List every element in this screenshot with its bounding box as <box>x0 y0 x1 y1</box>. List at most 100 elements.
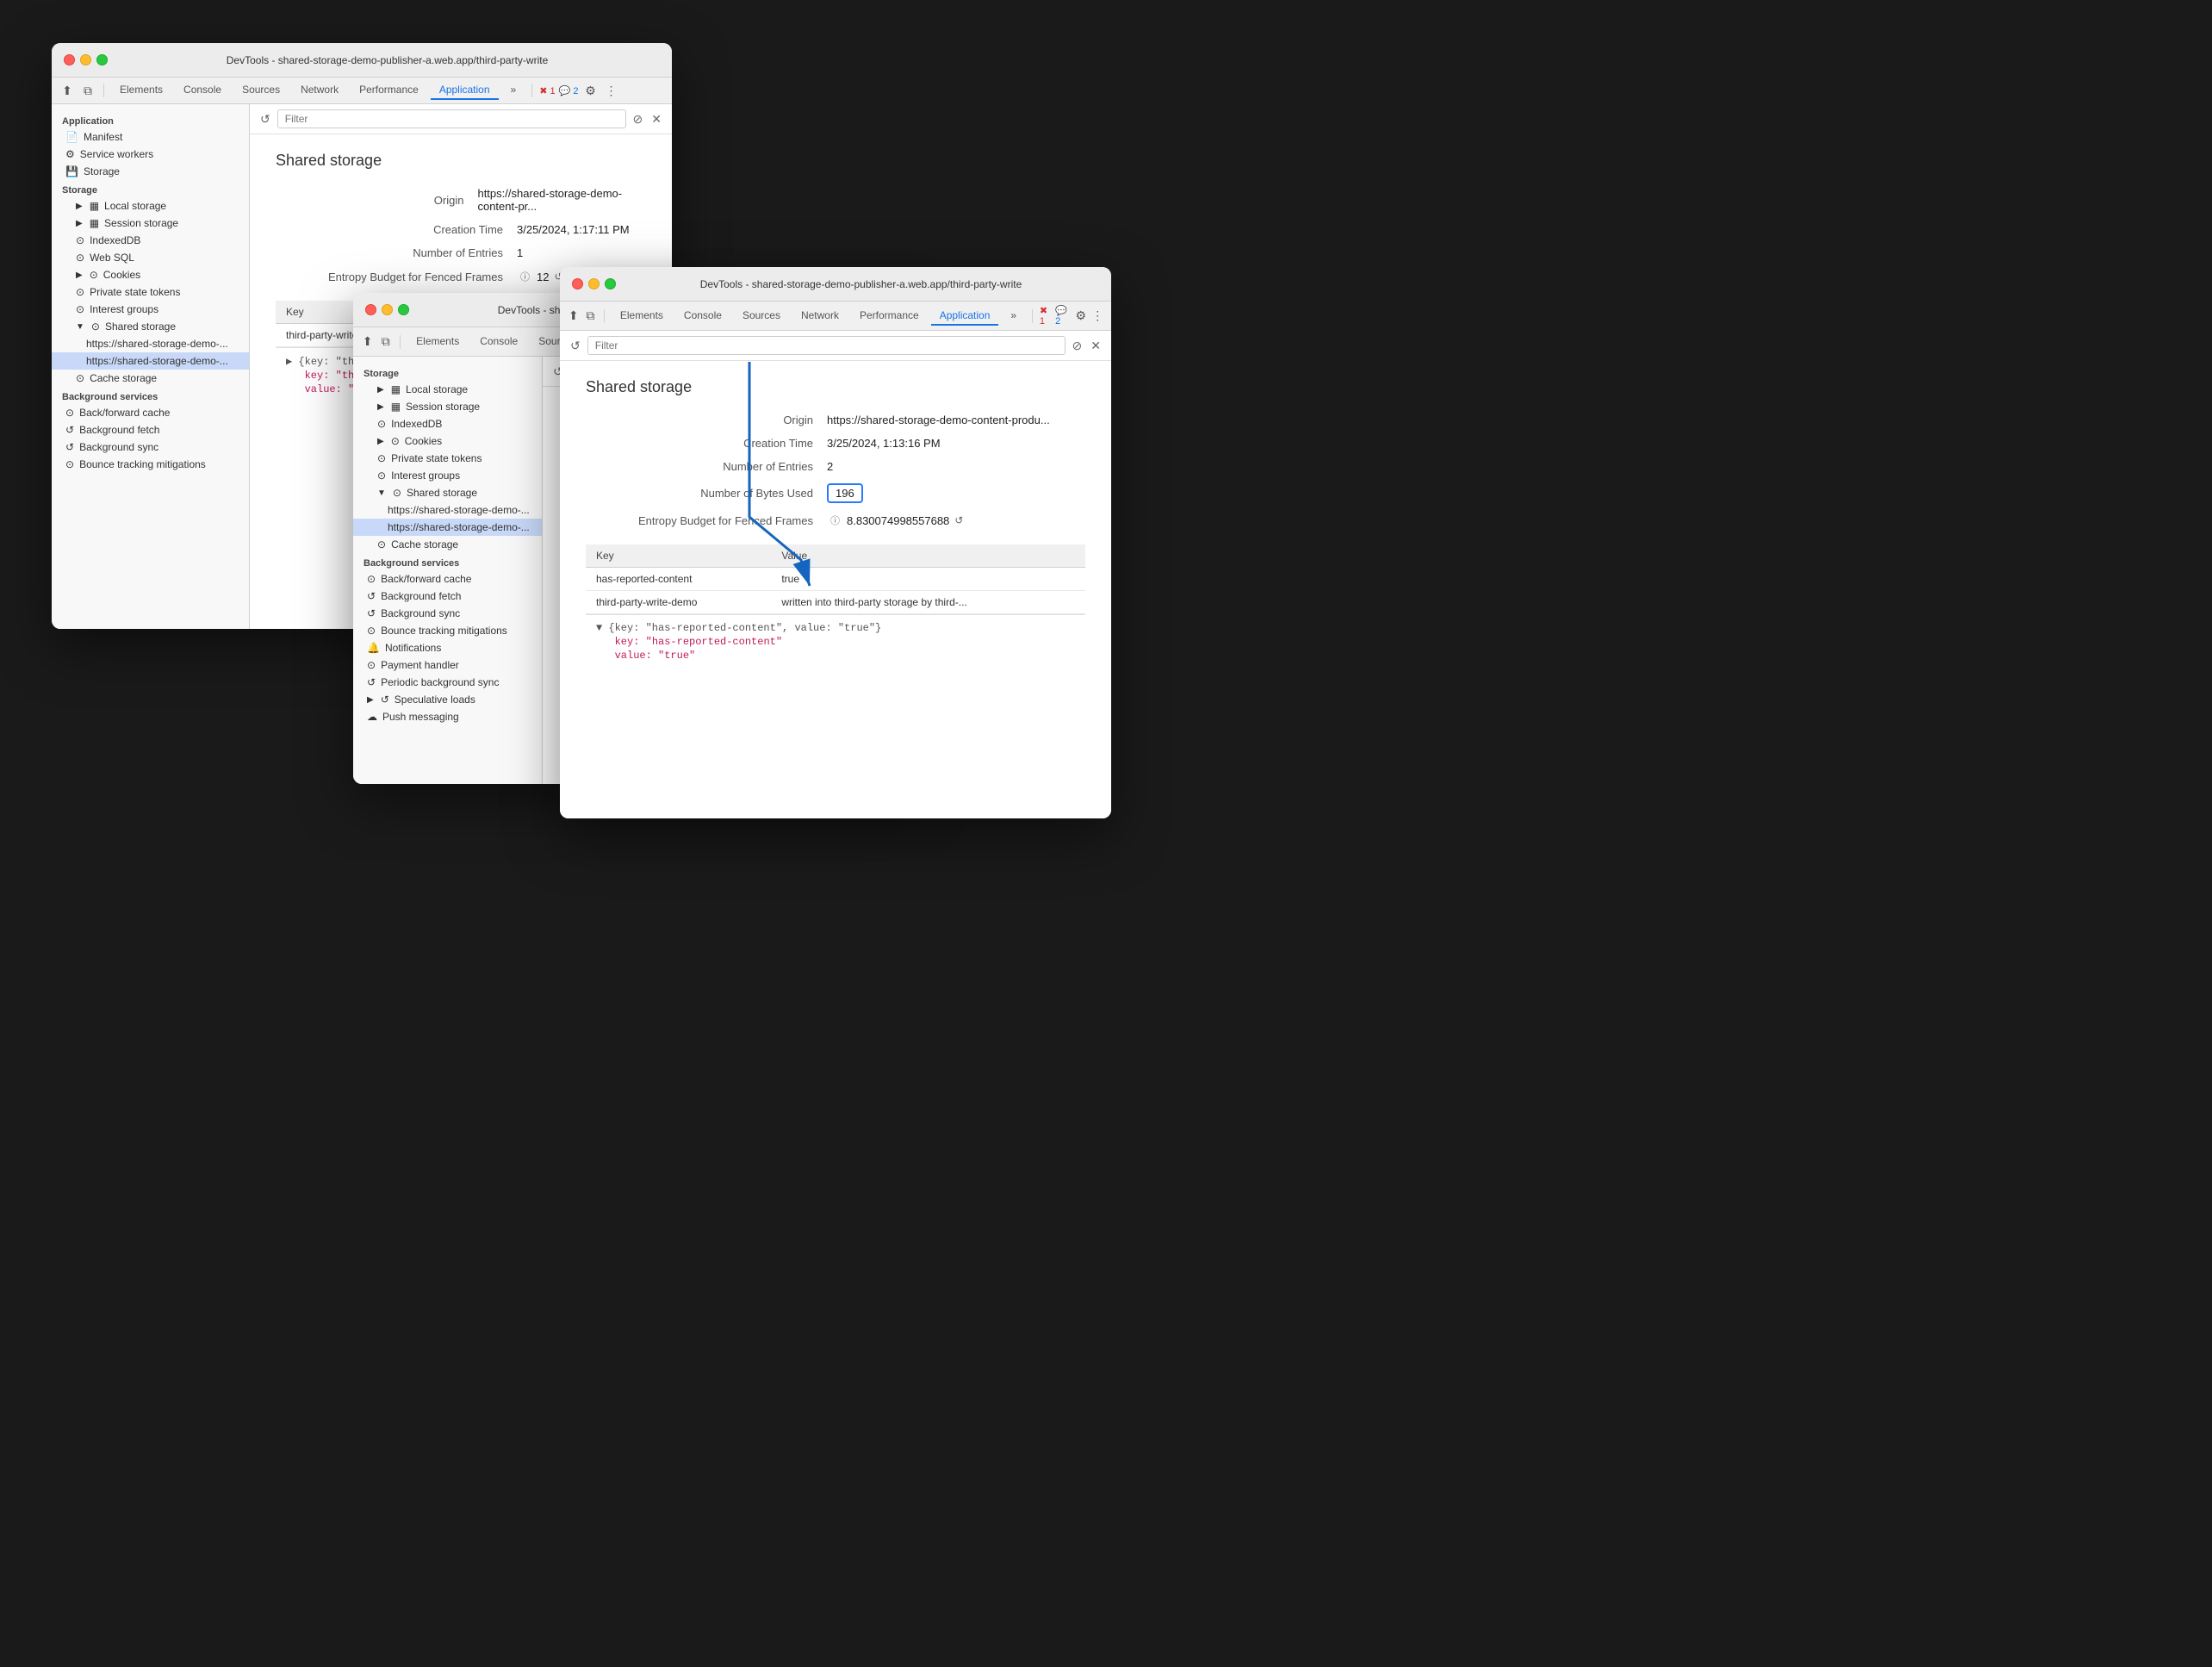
minimize-button-3[interactable] <box>588 278 600 289</box>
storage-top-label: Storage <box>84 165 120 177</box>
sidebar-private-state[interactable]: ⊙ Private state tokens <box>52 283 249 301</box>
sidebar-shared-storage[interactable]: ▼ ⊙ Shared storage <box>52 318 249 335</box>
bg-fetch-icon: ↺ <box>65 424 74 436</box>
traffic-lights-1 <box>64 54 108 65</box>
tab-elements-3[interactable]: Elements <box>612 307 672 326</box>
filter-input-1[interactable] <box>277 109 626 128</box>
tab-elements-1[interactable]: Elements <box>111 81 171 100</box>
entropy-refresh-icon-3[interactable]: ↺ <box>954 514 963 526</box>
tab-console-3[interactable]: Console <box>675 307 730 326</box>
sidebar-bounce[interactable]: ⊙ Bounce tracking mitigations <box>52 456 249 473</box>
sidebar-back-forward[interactable]: ⊙ Back/forward cache <box>52 404 249 421</box>
sidebar2-notifications[interactable]: 🔔 Notifications <box>353 639 542 656</box>
sidebar-session-storage[interactable]: ▶ ▦ Session storage <box>52 215 249 232</box>
origin-value-3: https://shared-storage-demo-content-prod… <box>827 414 1050 426</box>
sidebar-interest-groups[interactable]: ⊙ Interest groups <box>52 301 249 318</box>
tab-sources-3[interactable]: Sources <box>734 307 789 326</box>
sidebar2-cache-storage[interactable]: ⊙ Cache storage <box>353 536 542 553</box>
tab-elements-2[interactable]: Elements <box>407 333 468 351</box>
sidebar-shared-url1[interactable]: https://shared-storage-demo-... <box>52 335 249 352</box>
more-icon-1[interactable]: ⋮ <box>602 82 619 99</box>
tab-console-1[interactable]: Console <box>175 81 230 100</box>
sidebar2-back-forward[interactable]: ⊙ Back/forward cache <box>353 570 542 588</box>
gear-icon-3[interactable]: ⚙ <box>1074 308 1088 325</box>
refresh-filter-icon[interactable]: ↺ <box>258 110 272 128</box>
entropy-info-icon-1[interactable]: ⓘ <box>520 270 530 283</box>
table-row-3-2[interactable]: third-party-write-demo written into thir… <box>586 591 1085 614</box>
more-icon-3[interactable]: ⋮ <box>1091 308 1105 325</box>
close-filter-icon-3[interactable]: ✕ <box>1089 337 1103 355</box>
tab-more-1[interactable]: » <box>502 81 525 100</box>
sidebar-bg-fetch[interactable]: ↺ Background fetch <box>52 421 249 439</box>
refresh-filter-icon-3[interactable]: ↺ <box>569 337 582 355</box>
sidebar2-speculative[interactable]: ▶ ↺ Speculative loads <box>353 691 542 708</box>
divider-6 <box>1032 309 1033 323</box>
maximize-button-3[interactable] <box>605 278 616 289</box>
table-row-3-1[interactable]: has-reported-content true <box>586 568 1085 591</box>
tab-application-1[interactable]: Application <box>431 81 499 100</box>
sidebar-local-storage[interactable]: ▶ ▦ Local storage <box>52 197 249 215</box>
bg-fetch-label: Background fetch <box>79 424 159 436</box>
close-button-2[interactable] <box>365 304 376 315</box>
maximize-button-2[interactable] <box>398 304 409 315</box>
close-filter-icon[interactable]: ✕ <box>649 110 663 128</box>
bytes-value-3: 196 <box>827 483 863 503</box>
sidebar2-payment[interactable]: ⊙ Payment handler <box>353 656 542 674</box>
sidebar2-cookies[interactable]: ▶ ⊙ Cookies <box>353 432 542 450</box>
layers-icon-3[interactable]: ⧉ <box>584 308 598 325</box>
filter-input-3[interactable] <box>587 336 1066 355</box>
clear-filter-icon-3[interactable]: ⊘ <box>1071 337 1084 355</box>
sidebar2-bg-sync[interactable]: ↺ Background sync <box>353 605 542 622</box>
sidebar-service-workers[interactable]: ⚙ Service workers <box>52 146 249 163</box>
maximize-button-1[interactable] <box>96 54 108 65</box>
sidebar2-local-storage[interactable]: ▶ ▦ Local storage <box>353 381 542 398</box>
cursor-icon-2[interactable]: ⬆ <box>360 333 375 351</box>
sidebar2-periodic-bg-sync[interactable]: ↺ Periodic background sync <box>353 674 542 691</box>
section-title-1: Shared storage <box>276 152 646 170</box>
tab-console-2[interactable]: Console <box>471 333 526 351</box>
clear-filter-icon[interactable]: ⊘ <box>631 110 645 128</box>
tab-performance-3[interactable]: Performance <box>851 307 928 326</box>
sidebar-cache-storage[interactable]: ⊙ Cache storage <box>52 370 249 387</box>
tab-sources-1[interactable]: Sources <box>233 81 289 100</box>
sidebar-bg-sync[interactable]: ↺ Background sync <box>52 439 249 456</box>
websql-icon: ⊙ <box>76 252 84 264</box>
cursor-icon[interactable]: ⬆ <box>59 82 76 99</box>
sidebar2-indexeddb[interactable]: ⊙ IndexedDB <box>353 415 542 432</box>
minimize-button-1[interactable] <box>80 54 91 65</box>
tab-more-3[interactable]: » <box>1002 307 1025 326</box>
sidebar-manifest[interactable]: 📄 Manifest <box>52 128 249 146</box>
sidebar2-bg-fetch[interactable]: ↺ Background fetch <box>353 588 542 605</box>
gear-icon-1[interactable]: ⚙ <box>581 82 599 99</box>
sidebar2-shared-url1[interactable]: https://shared-storage-demo-... <box>353 501 542 519</box>
sidebar-websql[interactable]: ⊙ Web SQL <box>52 249 249 266</box>
sidebar-shared-url2[interactable]: https://shared-storage-demo-... <box>52 352 249 370</box>
sidebar-indexeddb[interactable]: ⊙ IndexedDB <box>52 232 249 249</box>
indexeddb-icon: ⊙ <box>76 234 84 246</box>
layers-icon-2[interactable]: ⧉ <box>378 333 393 351</box>
sidebar2-private-state[interactable]: ⊙ Private state tokens <box>353 450 542 467</box>
close-button-3[interactable] <box>572 278 583 289</box>
sidebar-storage-top[interactable]: 💾 Storage <box>52 163 249 180</box>
sidebar2-interest-groups[interactable]: ⊙ Interest groups <box>353 467 542 484</box>
tab-network-1[interactable]: Network <box>292 81 347 100</box>
cursor-icon-3[interactable]: ⬆ <box>567 308 581 325</box>
sidebar2-bounce[interactable]: ⊙ Bounce tracking mitigations <box>353 622 542 639</box>
tab-performance-1[interactable]: Performance <box>351 81 427 100</box>
col-value-3: Value <box>771 544 1085 568</box>
tab-network-3[interactable]: Network <box>792 307 848 326</box>
close-button-1[interactable] <box>64 54 75 65</box>
sidebar2-shared-url2[interactable]: https://shared-storage-demo-... <box>353 519 542 536</box>
creation-time-row-1: Creation Time 3/25/2024, 1:17:11 PM <box>276 223 646 236</box>
tab-application-3[interactable]: Application <box>931 307 999 326</box>
sidebar2-shared-storage[interactable]: ▼ ⊙ Shared storage <box>353 484 542 501</box>
origin-row-3: Origin https://shared-storage-demo-conte… <box>586 414 1085 426</box>
layers-icon[interactable]: ⧉ <box>79 82 96 99</box>
minimize-button-2[interactable] <box>382 304 393 315</box>
entropy-info-icon-3[interactable]: ⓘ <box>830 513 840 527</box>
key-cell-3-1: has-reported-content <box>586 568 771 591</box>
sidebar2-push[interactable]: ☁ Push messaging <box>353 708 542 725</box>
sidebar-cookies[interactable]: ▶ ⊙ Cookies <box>52 266 249 283</box>
storage-top-icon: 💾 <box>65 165 78 177</box>
sidebar2-session-storage[interactable]: ▶ ▦ Session storage <box>353 398 542 415</box>
